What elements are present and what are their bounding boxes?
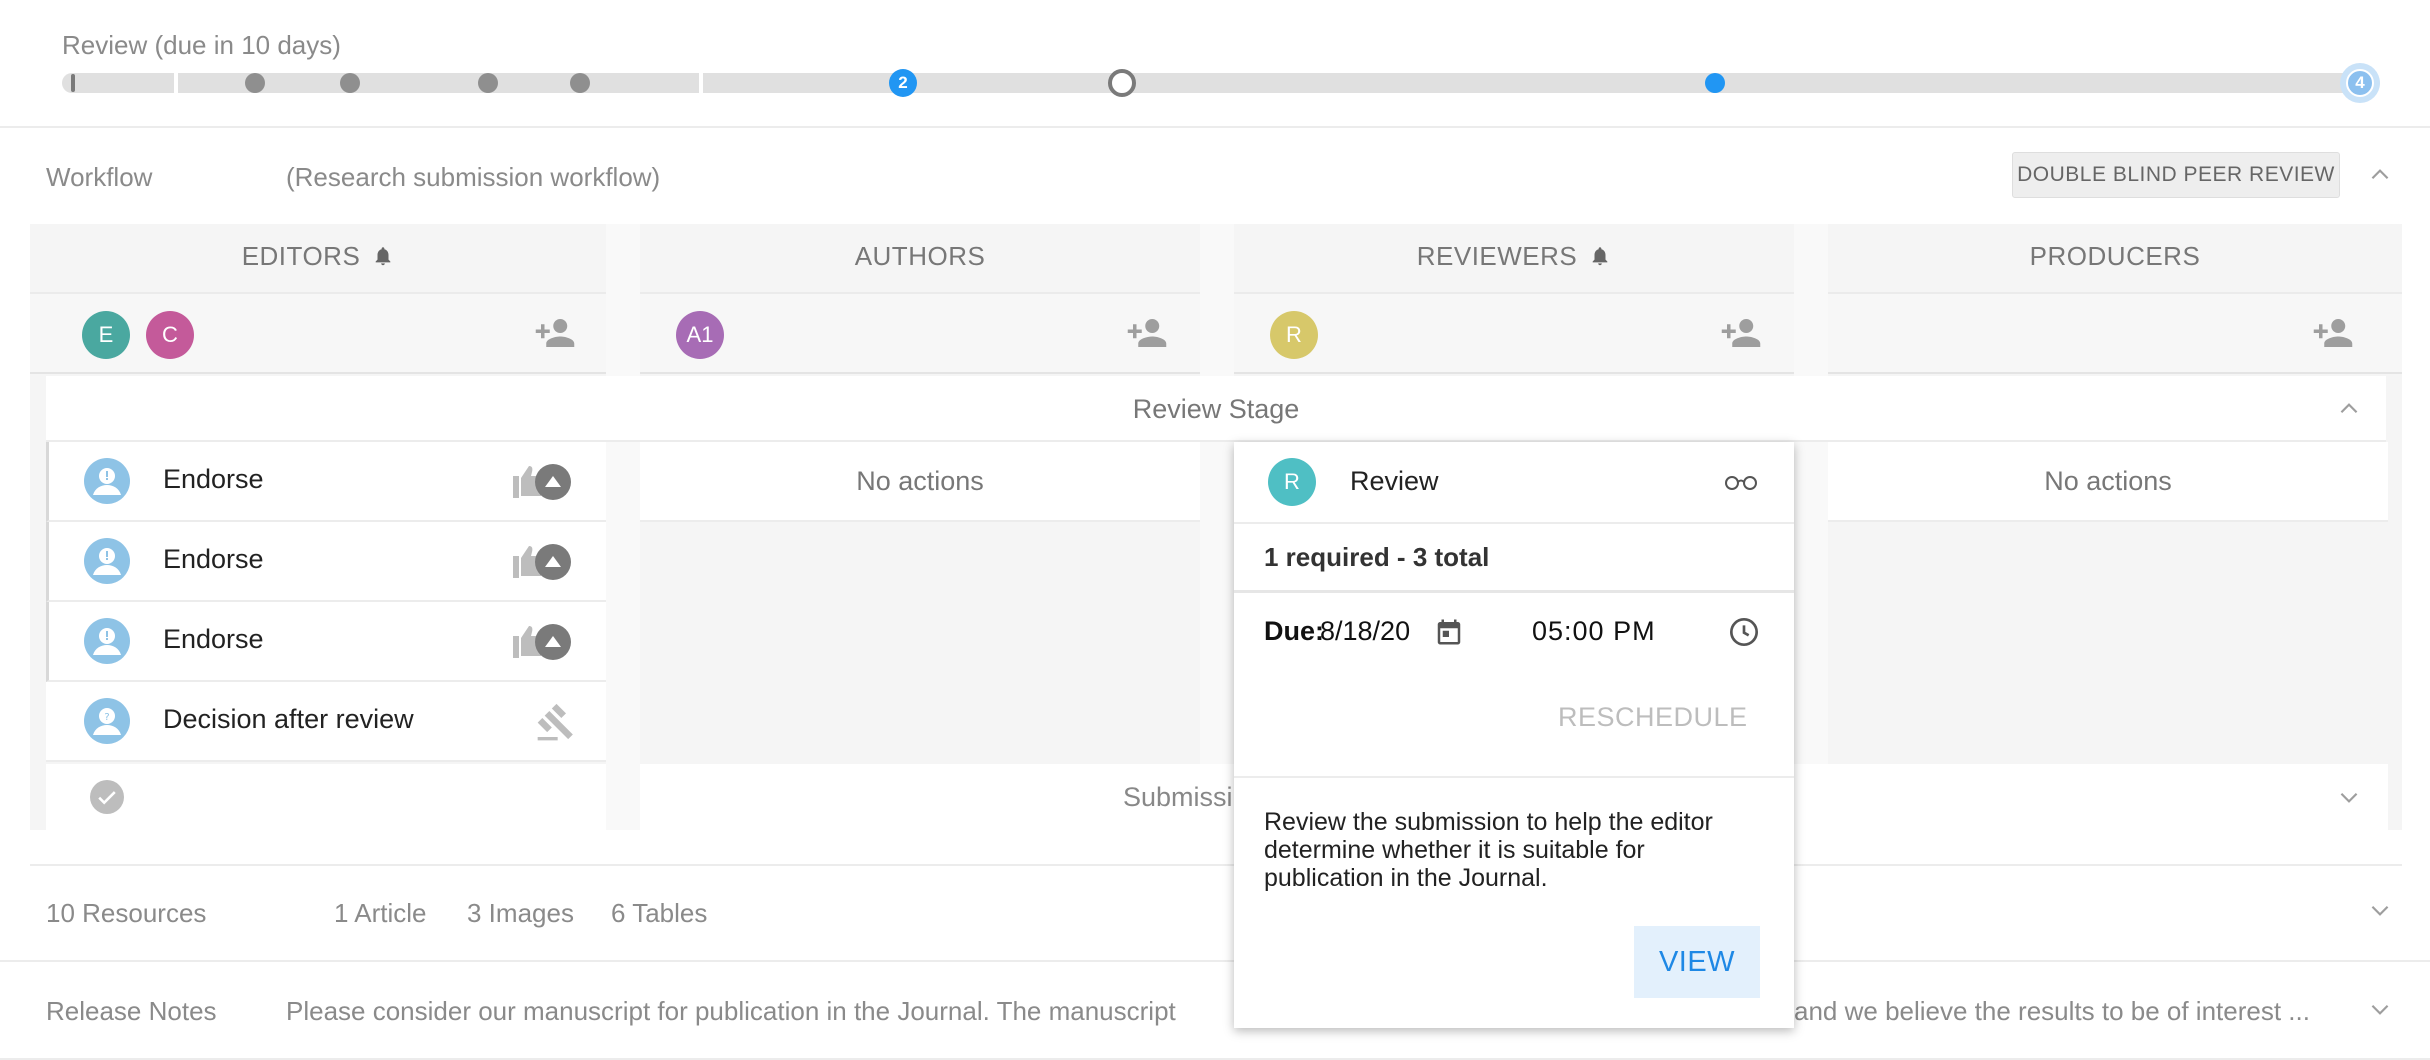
track-divider	[174, 73, 178, 93]
editors-participants: E C	[30, 292, 606, 374]
resource-tables[interactable]: 6 Tables	[611, 898, 707, 929]
release-notes-text: and we believe the results to be of inte…	[1794, 996, 2310, 1026]
release-notes-label: Release Notes	[46, 996, 217, 1026]
progress-step-dot-active[interactable]	[1705, 73, 1725, 93]
progress-step-dot[interactable]	[570, 73, 590, 93]
avatar[interactable]: C	[146, 311, 194, 359]
alert-person-icon	[84, 538, 130, 584]
review-card: R Review 1 required - 3 total Due: 8/18/…	[1234, 442, 1794, 1028]
submission-stage-editors	[46, 764, 606, 830]
stage-header[interactable]: Review Stage	[46, 376, 2386, 442]
question-person-icon: ?	[84, 698, 130, 744]
progress-current-step[interactable]: 2	[889, 69, 917, 97]
progress-step-dot[interactable]	[245, 73, 265, 93]
glasses-icon[interactable]	[1722, 468, 1760, 498]
gavel-icon[interactable]	[536, 702, 576, 742]
avatar[interactable]: R	[1268, 458, 1316, 506]
producers-participants	[1828, 292, 2402, 374]
avatar[interactable]: E	[82, 311, 130, 359]
chevron-down-icon[interactable]	[2336, 784, 2362, 810]
reviewers-participants: R	[1234, 292, 1794, 374]
column-header-editors: EDITORS	[30, 206, 606, 306]
avatar[interactable]: A1	[676, 311, 724, 359]
add-person-icon[interactable]	[534, 312, 576, 354]
svg-text:?: ?	[104, 712, 109, 723]
producers-no-actions: No actions	[1828, 442, 2388, 522]
chevron-up-icon[interactable]	[2367, 162, 2393, 188]
action-label: Decision after review	[163, 704, 414, 734]
stage-title: Review Stage	[1132, 393, 1300, 424]
action-row-endorse[interactable]: Endorse	[46, 602, 606, 682]
divider	[1234, 590, 1794, 593]
action-label: Endorse	[163, 544, 264, 574]
workflow-name: (Research submission workflow)	[286, 162, 661, 192]
check-circle-icon	[90, 780, 124, 814]
action-label: Endorse	[163, 624, 264, 654]
progress-final-step[interactable]: 4	[2340, 63, 2380, 103]
thumbs-up-icon[interactable]	[509, 542, 573, 582]
resource-images[interactable]: 3 Images	[467, 898, 574, 929]
review-count: 1 required - 3 total	[1264, 542, 1490, 572]
progress-step-dot[interactable]	[340, 73, 360, 93]
due-time-input[interactable]: 05:00 PM	[1532, 616, 1656, 647]
release-notes-text: Please consider our manuscript for publi…	[286, 996, 1176, 1026]
thumbs-up-icon[interactable]	[509, 462, 573, 502]
chevron-up-icon[interactable]	[2336, 396, 2362, 422]
reschedule-button[interactable]: RESCHEDULE	[1558, 702, 1748, 733]
view-button[interactable]: VIEW	[1634, 926, 1760, 998]
authors-no-actions: No actions	[640, 442, 1200, 522]
progress-start-tick	[71, 74, 75, 92]
divider	[0, 126, 2430, 128]
progress-step-ring[interactable]	[1108, 69, 1136, 97]
review-type-badge: DOUBLE BLIND PEER REVIEW	[2012, 152, 2340, 198]
due-label: Due:	[1264, 616, 1324, 646]
alert-person-icon	[84, 458, 130, 504]
clock-icon[interactable]	[1728, 616, 1760, 648]
chevron-down-icon[interactable]	[2367, 897, 2393, 923]
review-card-title: Review	[1350, 466, 1439, 496]
divider	[0, 960, 2430, 962]
thumbs-up-icon[interactable]	[509, 622, 573, 662]
column-gutter	[1200, 224, 1234, 830]
authors-participants: A1	[640, 292, 1200, 374]
add-person-icon[interactable]	[2312, 312, 2354, 354]
progress-step-dot[interactable]	[478, 73, 498, 93]
column-gutter	[1794, 224, 1828, 830]
track-divider	[699, 73, 703, 93]
column-gutter	[606, 224, 640, 830]
divider	[1234, 776, 1794, 778]
resource-article[interactable]: 1 Article	[334, 898, 427, 929]
column-header-reviewers: REVIEWERS	[1234, 206, 1794, 306]
add-person-icon[interactable]	[1720, 312, 1762, 354]
add-person-icon[interactable]	[1126, 312, 1168, 354]
alert-person-icon	[84, 618, 130, 664]
review-description: Review the submission to help the editor…	[1264, 808, 1713, 892]
divider	[30, 864, 2402, 866]
progress-track	[62, 73, 2380, 93]
stage-title: Submissi	[1123, 782, 1233, 812]
divider	[1234, 522, 1794, 524]
chevron-down-icon[interactable]	[2367, 996, 2393, 1022]
calendar-icon[interactable]	[1434, 616, 1464, 648]
due-date-input[interactable]: 8/18/20	[1320, 616, 1410, 647]
action-label: Endorse	[163, 464, 264, 494]
action-row-endorse[interactable]: Endorse	[46, 522, 606, 602]
bell-icon[interactable]	[372, 245, 394, 267]
action-row-endorse[interactable]: Endorse	[46, 442, 606, 522]
progress-title: Review (due in 10 days)	[62, 30, 341, 60]
action-row-decision[interactable]: ? Decision after review	[46, 682, 606, 762]
column-header-producers: PRODUCERS	[2029, 240, 2201, 271]
resources-label: 10 Resources	[46, 898, 207, 928]
bell-icon[interactable]	[1589, 245, 1611, 267]
avatar[interactable]: R	[1270, 311, 1318, 359]
workflow-label: Workflow	[46, 162, 153, 192]
column-header-authors: AUTHORS	[854, 240, 986, 271]
